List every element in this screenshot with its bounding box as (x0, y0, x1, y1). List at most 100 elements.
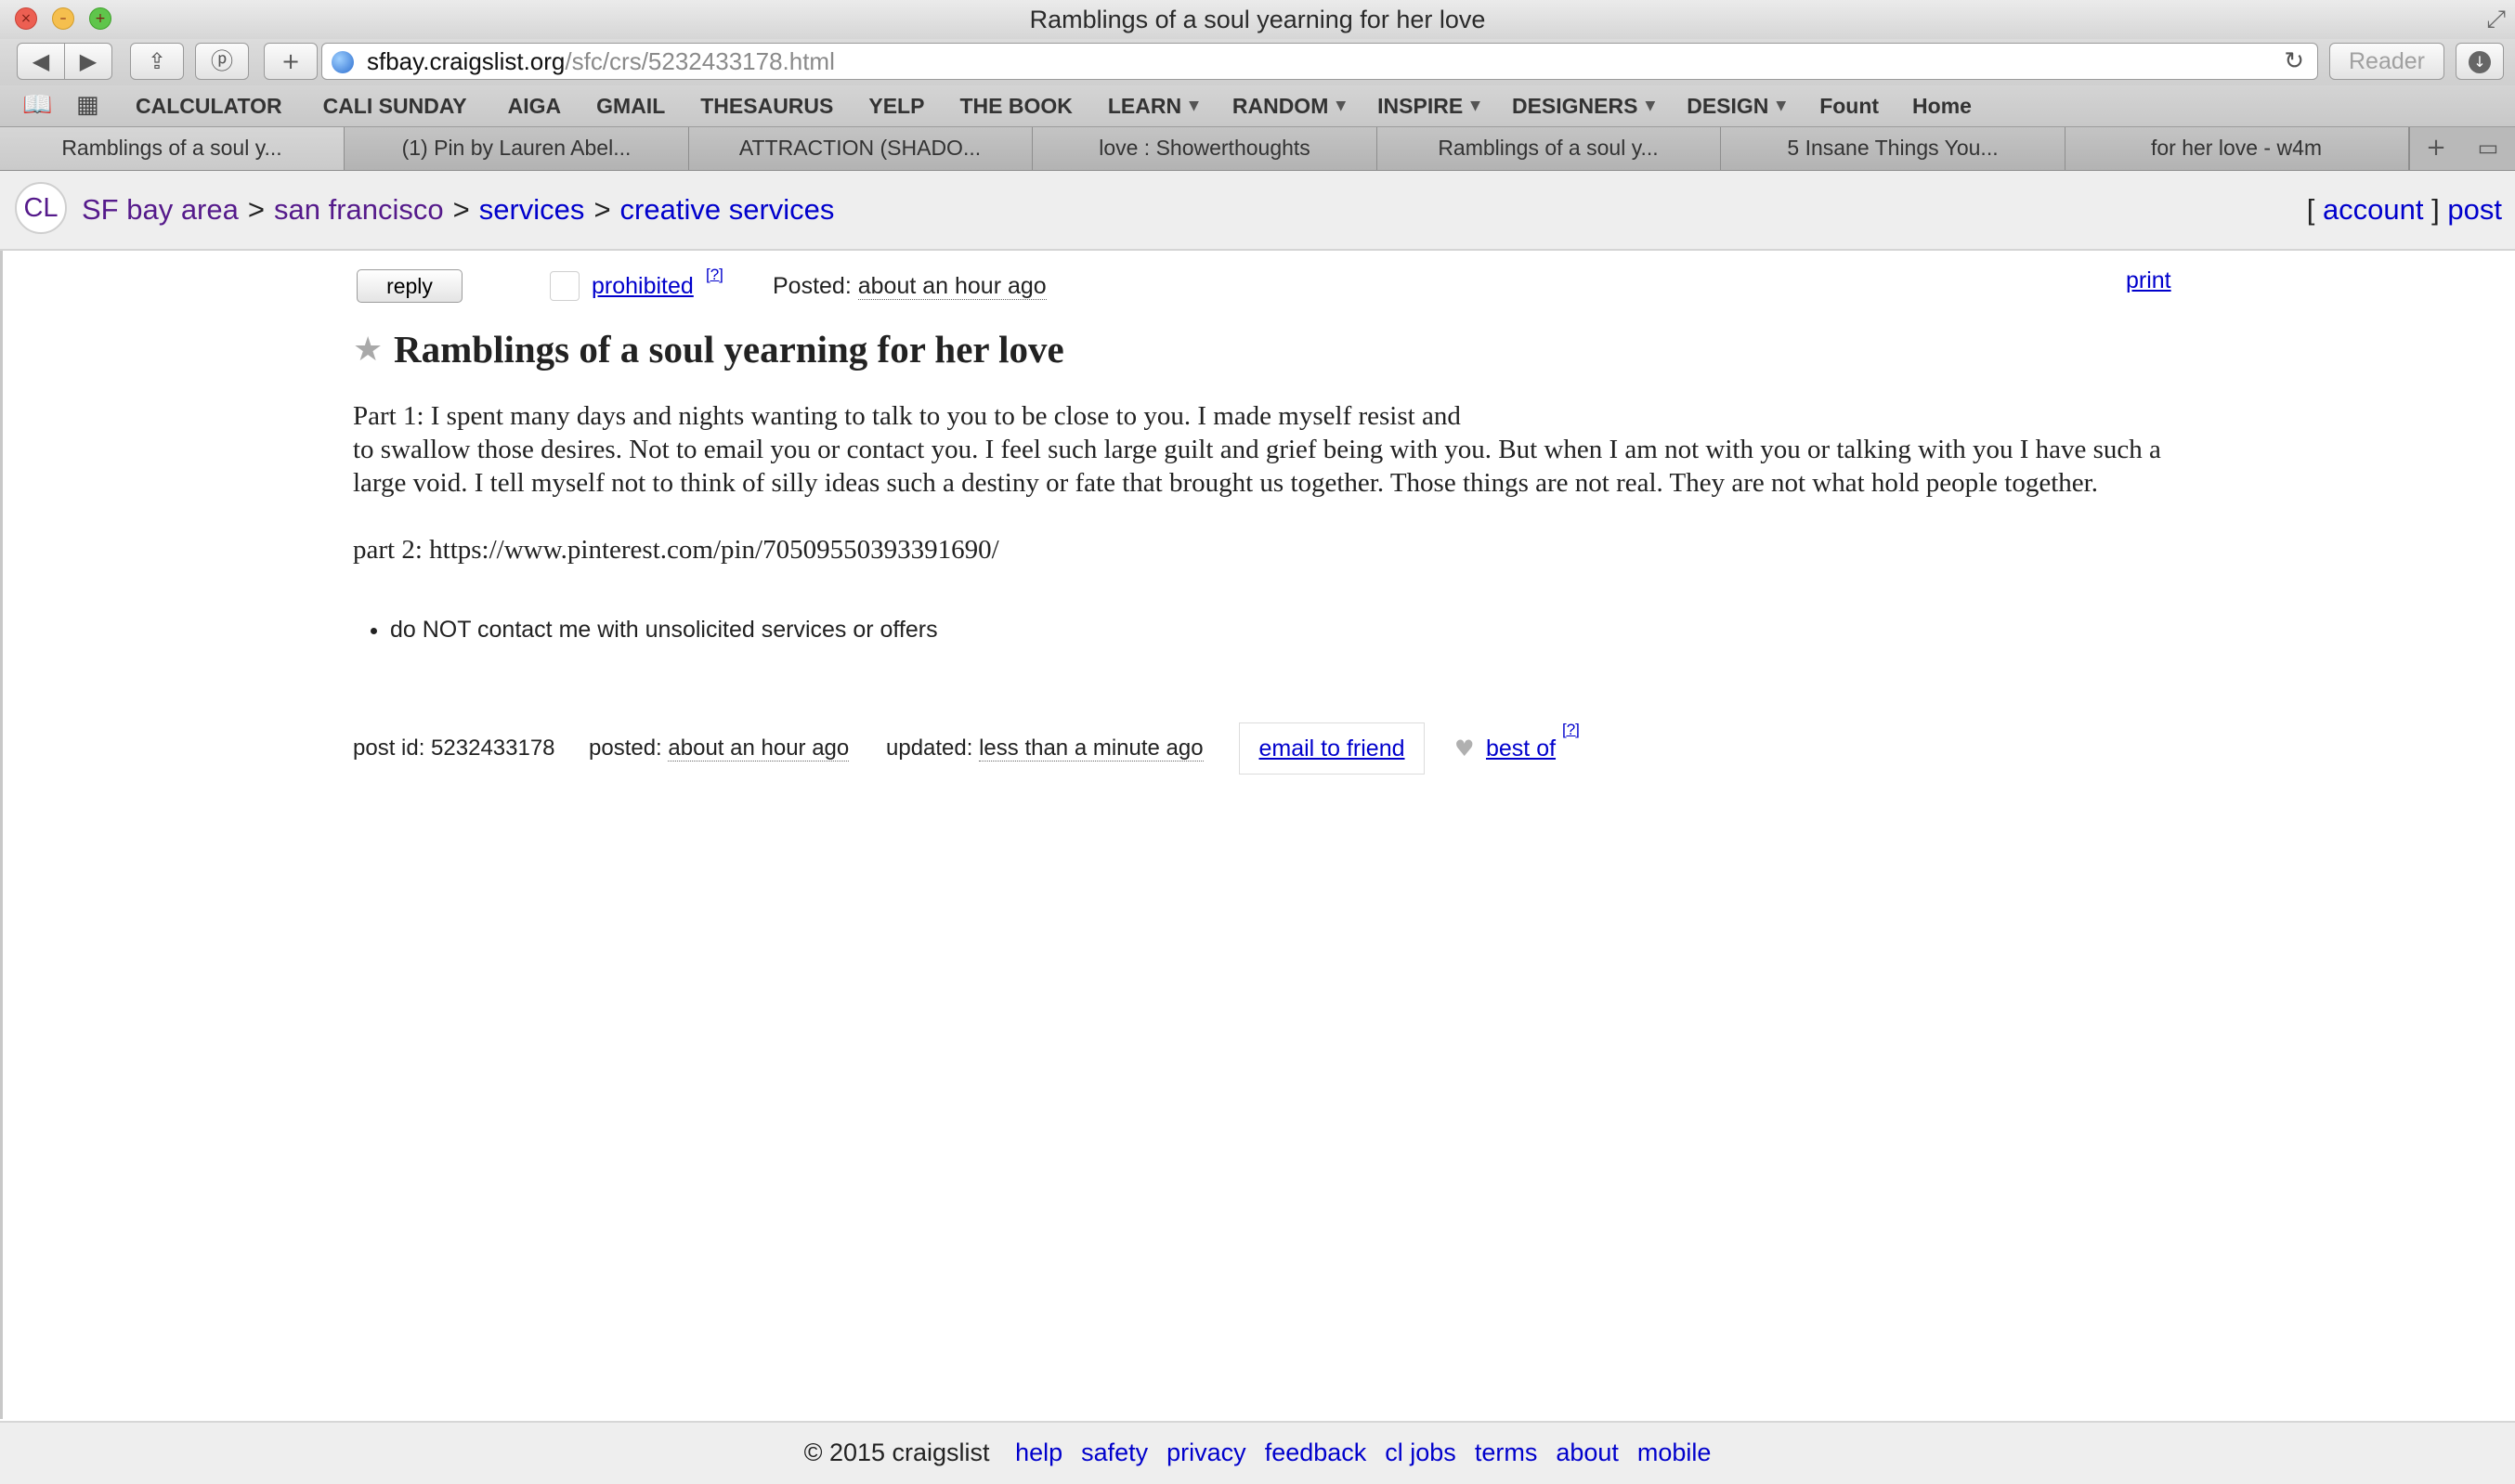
globe-icon (332, 51, 354, 73)
bookmark-the-book[interactable]: THE BOOK (959, 85, 1072, 126)
reload-icon[interactable]: ↻ (2284, 44, 2304, 79)
notices-list: do NOT contact me with unsolicited servi… (353, 613, 938, 646)
favorite-star-icon[interactable]: ★ (353, 331, 383, 369)
url-path: /sfc/crs/5232433178.html (565, 47, 835, 75)
back-button[interactable]: ◀ (17, 43, 65, 80)
bookmark-calculator[interactable]: CALCULATOR (136, 85, 282, 126)
footer-link-privacy[interactable]: privacy (1166, 1438, 1246, 1466)
reader-button[interactable]: Reader (2329, 43, 2444, 80)
breadcrumb: SF bay area > san francisco > services > creat… (82, 171, 834, 249)
footer-link-about[interactable]: about (1556, 1438, 1619, 1466)
window-title: Ramblings of a soul yearning for her lov… (1029, 6, 1486, 33)
post-id: post id: 5232433178 (353, 735, 555, 761)
updated-info-label: updated: (886, 735, 973, 761)
body-paragraph: Part 1: I spent many days and nights wan… (353, 401, 1461, 431)
updated-info: updated: less than a minute ago (886, 722, 1204, 775)
bookmark-gmail[interactable]: GMAIL (596, 85, 665, 126)
bookmark-cali-sunday[interactable]: CALI SUNDAY (323, 85, 467, 126)
posted-info-label: posted: (589, 735, 662, 761)
add-bookmark-button[interactable]: + (264, 43, 318, 80)
posted-date: Posted: about an hour ago (773, 269, 1047, 303)
bookmark-design[interactable]: DESIGN (1687, 85, 1768, 126)
breadcrumb-category[interactable]: services (479, 193, 585, 226)
chevron-down-icon: ▼ (1470, 98, 1480, 113)
posted-info: posted: about an hour ago (589, 722, 850, 775)
craigslist-logo[interactable]: CL (15, 182, 67, 234)
url-text[interactable]: sfbay.craigslist.org/sfc/crs/5232433178.… (367, 44, 835, 79)
url-domain: sfbay.craigslist.org (367, 47, 566, 75)
bookmark-home[interactable]: Home (1912, 85, 1972, 126)
forward-button[interactable]: ▶ (64, 43, 112, 80)
tab-1[interactable]: (1) Pin by Lauren Abel... (345, 127, 689, 170)
print-link[interactable]: print (2126, 264, 2171, 297)
best-of-link[interactable]: best of (1486, 722, 1556, 775)
reply-button[interactable]: reply (357, 269, 463, 303)
breadcrumb-subcategory[interactable]: creative services (620, 193, 835, 226)
tab-6[interactable]: for her love - w4m (2065, 127, 2409, 170)
posted-time: about an hour ago (857, 273, 1047, 300)
reading-list-icon[interactable]: 📖 (22, 91, 52, 119)
footer-link-help[interactable]: help (1015, 1438, 1062, 1466)
address-bar[interactable]: sfbay.craigslist.org/sfc/crs/5232433178.… (321, 43, 2318, 80)
forward-arrow-icon: ▶ (79, 48, 98, 74)
breadcrumb-separator: > (452, 193, 470, 226)
share-button[interactable]: ⇪ (130, 43, 184, 80)
prohibited-help-link[interactable]: [?] (706, 266, 723, 284)
breadcrumb-area[interactable]: SF bay area (82, 193, 239, 226)
footer-link-safety[interactable]: safety (1081, 1438, 1148, 1466)
cl-header: CL SF bay area > san francisco > services > cr… (0, 171, 2515, 251)
browser-toolbar: ◀ ▶ ⇪ ⓟ + sfbay.craigslist.org/sfc/crs/5… (0, 39, 2515, 85)
body-paragraph: to swallow those desires. Not to email y… (353, 435, 2161, 498)
flag-prohibited-checkbox[interactable] (550, 271, 580, 301)
tab-0[interactable]: Ramblings of a soul y... (0, 127, 345, 170)
posted-info-value: about an hour ago (668, 735, 850, 762)
post-link[interactable]: post (2447, 193, 2502, 226)
tab-bar: for her love - w4m 5 Insane Things You...… (0, 126, 2515, 171)
footer-link-mobile[interactable]: mobile (1637, 1438, 1712, 1466)
new-tab-button[interactable]: + (2409, 127, 2462, 170)
copyright: © 2015 craigslist (803, 1438, 990, 1466)
bookmark-yelp[interactable]: YELP (868, 85, 924, 126)
footer-link-terms[interactable]: terms (1475, 1438, 1538, 1466)
best-of-help-link[interactable]: [?] (1562, 721, 1580, 739)
body-paragraph: part 2: https://www.pinterest.com/pin/70… (353, 535, 999, 565)
tab-5[interactable]: 5 Insane Things You... (1721, 127, 2065, 170)
notice-item: do NOT contact me with unsolicited servi… (390, 613, 938, 646)
pinterest-button[interactable]: ⓟ (195, 43, 249, 80)
chevron-down-icon: ▼ (1189, 98, 1199, 113)
bookmark-random[interactable]: RANDOM (1232, 85, 1329, 126)
footer-link-cl-jobs[interactable]: cl jobs (1385, 1438, 1456, 1466)
account-link[interactable]: account (2323, 193, 2424, 226)
downloads-button[interactable]: ↓ (2456, 43, 2504, 80)
email-to-friend-button[interactable]: email to friend (1239, 722, 1425, 775)
fullscreen-icon[interactable]: ⤢ (2486, 6, 2506, 34)
bookmark-inspire[interactable]: INSPIRE (1377, 85, 1463, 126)
bookmark-fount[interactable]: Fount (1819, 85, 1879, 126)
tab-2[interactable]: ATTRACTION (SHADO... (688, 127, 1033, 170)
posted-label: Posted: (773, 273, 852, 299)
bookmark-learn[interactable]: LEARN (1108, 85, 1181, 126)
tab-4[interactable]: Ramblings of a soul y... (1376, 127, 1721, 170)
top-sites-grid-icon[interactable]: ▦ (76, 91, 99, 119)
bookmark-thesaurus[interactable]: THESAURUS (700, 85, 833, 126)
page-footer: © 2015 craigslist help safety privacy feedb… (0, 1421, 2515, 1484)
breadcrumb-separator: > (593, 193, 611, 226)
updated-info-value: less than a minute ago (979, 735, 1204, 762)
back-arrow-icon: ◀ (32, 48, 50, 74)
tab-overview-icon[interactable]: ▭ (2461, 127, 2515, 170)
page-left-border (0, 251, 3, 1419)
pinterest-icon: ⓟ (211, 48, 233, 74)
chevron-down-icon: ▼ (1776, 98, 1787, 113)
bookmark-items: CALCULATOR CALI SUNDAY AIGA GMAIL THESAURUS Y… (136, 85, 1972, 126)
breadcrumb-separator: > (247, 193, 265, 226)
bracket-close: ] (2431, 193, 2440, 226)
tab-3[interactable]: love : Showerthoughts (1033, 127, 1377, 170)
footer-link-feedback[interactable]: feedback (1265, 1438, 1367, 1466)
bookmark-designers[interactable]: DESIGNERS (1512, 85, 1637, 126)
post-info: post id: 5232433178 posted: about an hou… (353, 721, 1653, 775)
bracket-open: [ (2306, 193, 2315, 226)
breadcrumb-city[interactable]: san francisco (274, 193, 444, 226)
prohibited-link[interactable]: prohibited (592, 269, 694, 303)
chevron-down-icon: ▼ (1645, 98, 1656, 113)
bookmark-aiga[interactable]: AIGA (508, 85, 562, 126)
